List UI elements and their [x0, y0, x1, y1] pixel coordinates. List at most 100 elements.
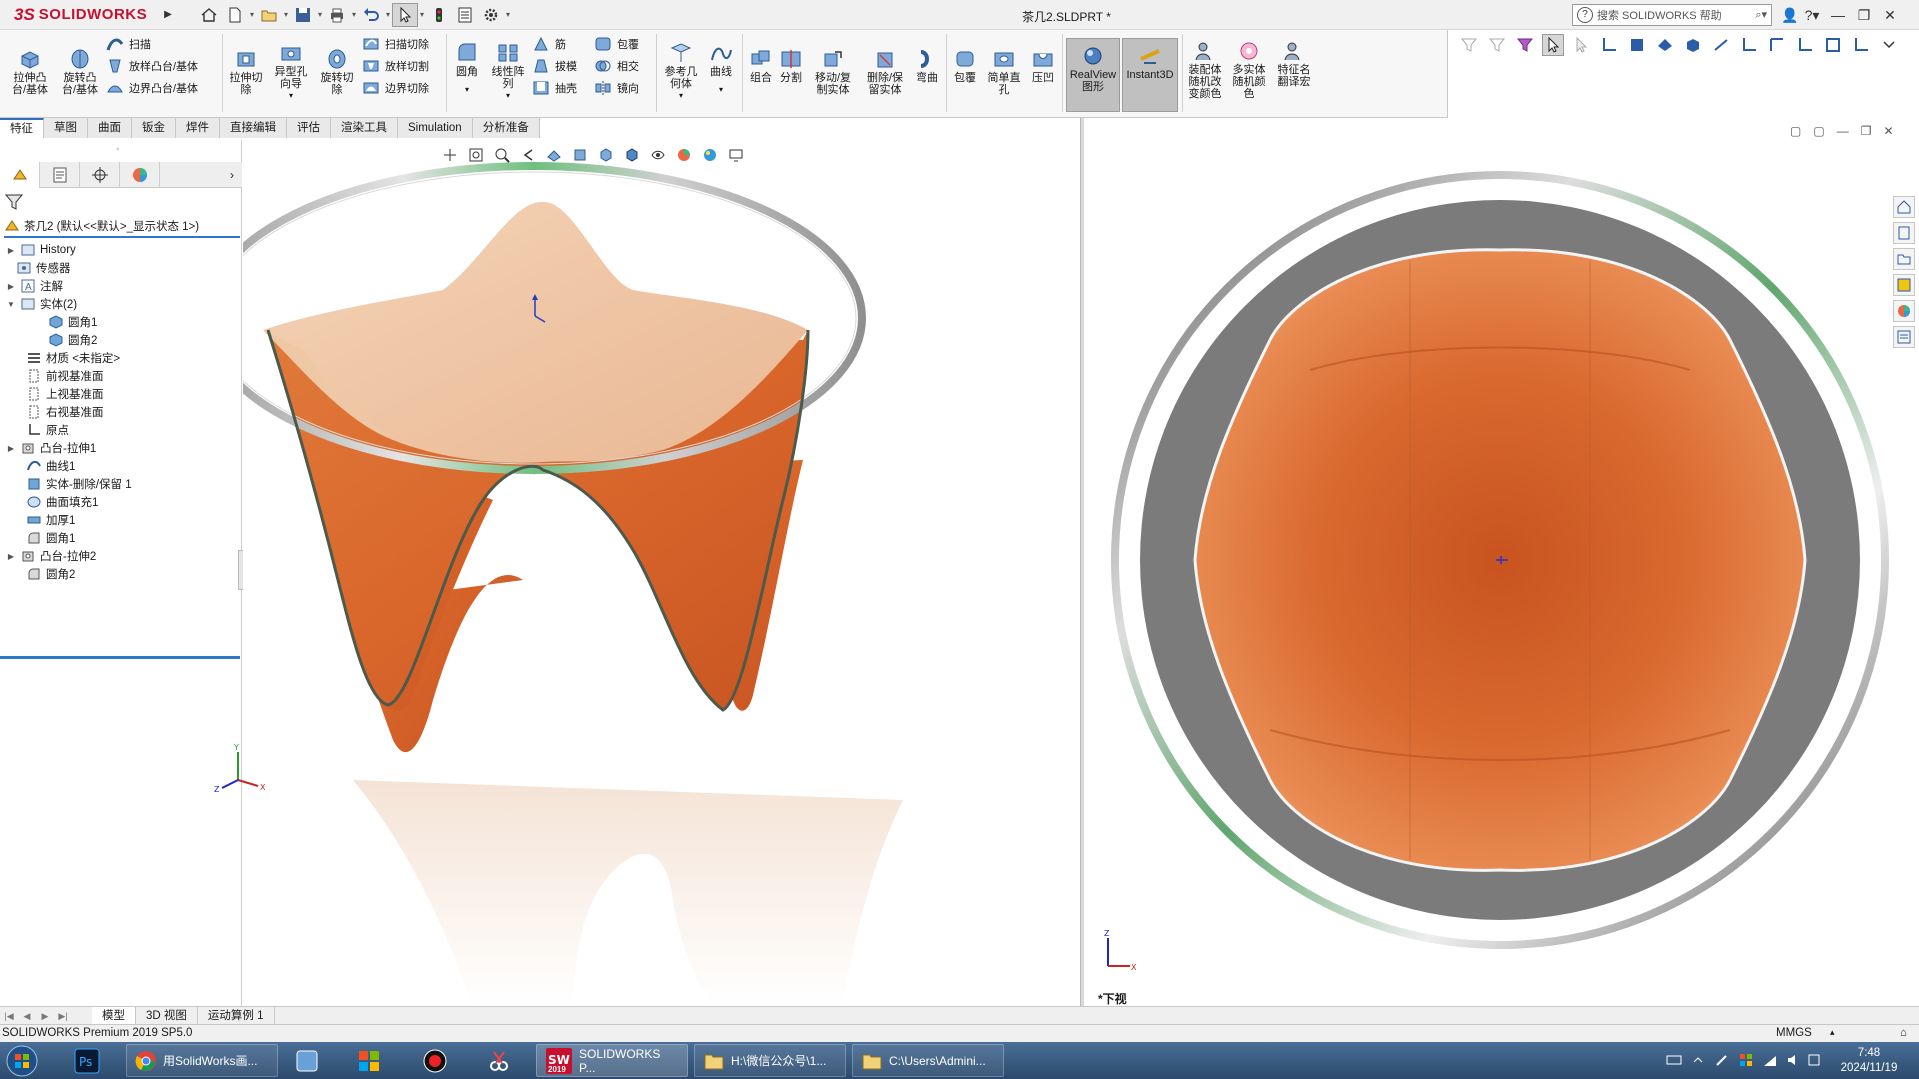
filter-icon[interactable] [1458, 34, 1480, 56]
display-manager-tab-icon[interactable] [120, 162, 160, 188]
quick-tips-icon[interactable]: ⌂ [1900, 1027, 1907, 1039]
flag-tray-icon[interactable] [1738, 1052, 1754, 1068]
filter-toggle-icon[interactable] [1486, 34, 1508, 56]
design-library-icon[interactable] [1893, 222, 1915, 244]
last-tab-icon[interactable]: ▶| [54, 1009, 72, 1023]
dropdown-arrow-icon[interactable]: ▾ [504, 10, 512, 19]
solidworks-resources-icon[interactable] [1893, 196, 1915, 218]
indent-button[interactable]: 压凹 [1028, 48, 1058, 84]
toolbar-expand-icon[interactable] [1878, 34, 1900, 56]
tree-node-fillet1[interactable]: 圆角1 [26, 528, 75, 548]
graphics-area-right[interactable]: ▢ ▢ — ❐ ✕ Z X [1084, 118, 1919, 1006]
section-view-icon[interactable] [544, 145, 564, 165]
next-tab-icon[interactable]: ▶ [36, 1009, 54, 1023]
print-icon[interactable] [324, 3, 350, 27]
tree-node-material[interactable]: 材质 <未指定> [26, 348, 120, 368]
sweep-button[interactable]: 扫描 [106, 36, 151, 52]
dropdown-arrow-icon[interactable]: ▾ [282, 10, 290, 19]
dropdown-arrow-icon[interactable]: ▾ [679, 90, 683, 102]
first-tab-icon[interactable]: |◀ [0, 1009, 18, 1023]
wrap2-button[interactable]: 包覆 [950, 48, 980, 84]
home-icon[interactable] [196, 3, 222, 27]
hide-show-items-icon[interactable] [648, 145, 668, 165]
tab-direct-editing[interactable]: 直接编辑 [220, 118, 287, 138]
panel-expand-arrow-icon[interactable]: › [222, 162, 242, 187]
tab-sheet-metal[interactable]: 钣金 [132, 118, 176, 138]
dropdown-arrow-icon[interactable]: ▾ [350, 10, 358, 19]
tray-expand-icon[interactable] [1690, 1052, 1706, 1068]
save-icon[interactable] [290, 3, 316, 27]
tab-simulation[interactable]: Simulation [398, 118, 473, 138]
system-clock[interactable]: 7:48 2024/11/19 [1824, 1046, 1914, 1076]
rollback-bar[interactable] [0, 656, 240, 659]
pen-tray-icon[interactable] [1714, 1052, 1730, 1068]
solidworks-logo[interactable]: 3S SOLIDWORKS [0, 0, 160, 30]
tab-features[interactable]: 特征 [0, 118, 44, 138]
linear-pattern-button[interactable]: 线性阵 列 ▾ [488, 42, 528, 102]
record-taskbar-icon[interactable] [420, 1044, 450, 1077]
move-copy-body-button[interactable]: 移动/复 制实体 [810, 48, 856, 96]
filter-edges-icon[interactable] [1626, 34, 1648, 56]
filter-bodies-icon[interactable] [1682, 34, 1704, 56]
tree-node-body-fillet2[interactable]: 圆角2 [48, 330, 97, 350]
tree-node-front-plane[interactable]: 前视基准面 [26, 366, 104, 386]
feature-translate-button[interactable]: 特征名 翻译宏 [1272, 40, 1316, 88]
calculator-taskbar-icon[interactable] [292, 1044, 322, 1077]
viewport-close-icon[interactable]: ✕ [1883, 124, 1893, 138]
open-folder-icon[interactable] [256, 3, 282, 27]
expand-arrow-icon[interactable]: ▶ [6, 552, 16, 561]
filter-planes-icon[interactable] [1738, 34, 1760, 56]
tree-node-delete-keep-body1[interactable]: 实体-删除/保留 1 [26, 474, 132, 494]
menu-expand-arrow-icon[interactable]: ▶ [160, 0, 176, 30]
select-arrow-icon[interactable] [1542, 34, 1564, 56]
collapse-arrow-icon[interactable]: ▼ [6, 300, 16, 309]
boundary-cut-button[interactable]: 边界切除 [362, 80, 429, 96]
search-magnifier-icon[interactable]: ⌕▾ [1755, 8, 1767, 22]
new-document-icon[interactable] [222, 3, 248, 27]
realview-graphics-button[interactable]: RealView 图形 [1066, 38, 1120, 112]
filter-points-icon[interactable] [1794, 34, 1816, 56]
extrude-boss-button[interactable]: 拉伸凸 台/基体 [8, 48, 52, 96]
expand-arrow-icon[interactable]: ▶ [6, 444, 16, 453]
tree-node-thicken1[interactable]: 加厚1 [26, 510, 75, 530]
tree-node-annotations[interactable]: ▶ A 注解 [6, 276, 63, 296]
viewport-tile2-icon[interactable]: ▢ [1813, 124, 1824, 138]
intersect-button[interactable]: 相交 [594, 58, 639, 74]
revolve-cut-button[interactable]: 旋转切 除 [316, 48, 358, 96]
tree-node-filled-surface1[interactable]: 曲面填充1 [26, 492, 98, 512]
dropdown-arrow-icon[interactable]: ▾ [316, 10, 324, 19]
tree-node-history[interactable]: ▶ History [6, 240, 76, 260]
flex-button[interactable]: 弯曲 [912, 48, 942, 84]
custom-properties-icon[interactable] [1893, 326, 1915, 348]
select-pointer-icon[interactable] [392, 2, 418, 27]
tree-node-boss-extrude1[interactable]: ▶ 凸台-拉伸1 [6, 438, 96, 458]
tree-filter-icon[interactable] [4, 192, 24, 212]
tab-3d-views[interactable]: 3D 视图 [136, 1006, 198, 1025]
dropdown-arrow-icon[interactable]: ▾ [719, 84, 723, 96]
dropdown-arrow-icon[interactable]: ▾ [289, 90, 293, 102]
tree-root-part[interactable]: 茶几2 (默认<<默认>_显示状态 1>) [4, 216, 240, 238]
wrap-button[interactable]: 包覆 [594, 36, 639, 52]
panel-grip-icon[interactable]: ◦ [116, 144, 120, 155]
extrude-cut-button[interactable]: 拉伸切 除 [226, 48, 266, 96]
filter-dimensions-icon[interactable] [1822, 34, 1844, 56]
feature-manager-tab-icon[interactable] [0, 162, 40, 188]
lofted-cut-button[interactable]: 放样切割 [362, 58, 429, 74]
display-style-icon[interactable] [622, 145, 642, 165]
viewport-restore-icon[interactable]: ❐ [1861, 124, 1872, 138]
viewport-tile-icon[interactable]: ▢ [1790, 124, 1801, 138]
tree-node-body-fillet1[interactable]: 圆角1 [48, 312, 97, 332]
graphics-area-left[interactable]: Y X Z [202, 140, 1080, 1006]
rib-button[interactable]: 筋 [532, 36, 566, 52]
file-properties-icon[interactable] [452, 3, 478, 27]
select-disabled-icon[interactable] [1570, 34, 1592, 56]
snipping-tool-taskbar-icon[interactable] [484, 1044, 514, 1077]
help-dropdown-icon[interactable]: ?▾ [1800, 4, 1824, 26]
flag-app-taskbar-icon[interactable] [354, 1044, 384, 1077]
filter-color-icon[interactable] [1514, 34, 1536, 56]
volume-tray-icon[interactable] [1786, 1052, 1802, 1068]
tab-motion-study[interactable]: 运动算例 1 [198, 1006, 275, 1025]
tab-analysis-prep[interactable]: 分析准备 [473, 118, 540, 138]
fillet-button[interactable]: 圆角 ▾ [450, 42, 484, 96]
zoom-to-fit-icon[interactable] [466, 145, 486, 165]
